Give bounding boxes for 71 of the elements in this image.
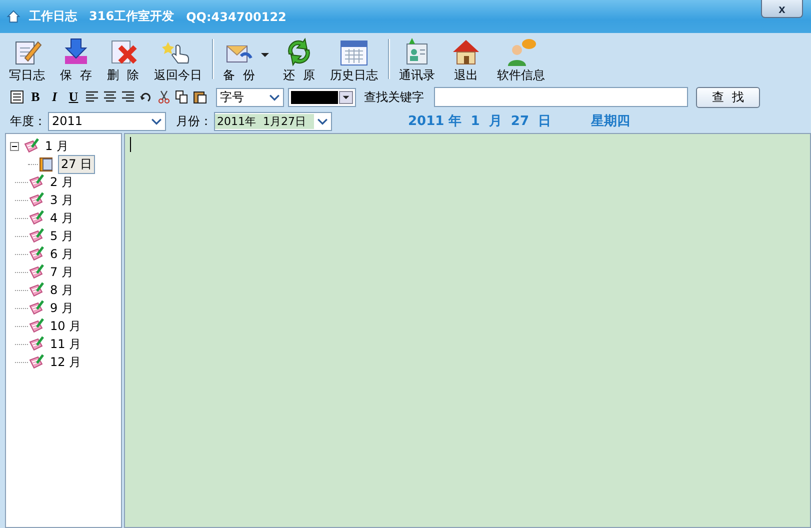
chevron-down-icon	[151, 118, 162, 124]
developer-text: 316工作室开发	[89, 8, 174, 25]
align-center-icon[interactable]	[103, 90, 117, 104]
notebook-icon	[28, 210, 44, 226]
notebook-icon	[23, 138, 39, 154]
person-speech-icon	[505, 36, 537, 68]
toolbar-button[interactable]: 返回今日	[149, 33, 207, 85]
align-right-icon[interactable]	[121, 90, 135, 104]
align-left-icon[interactable]	[85, 90, 99, 104]
notebook-icon	[28, 336, 44, 352]
italic-button[interactable]: I	[47, 89, 62, 105]
current-date: 2011 年 1 月 27 日	[408, 113, 552, 130]
tree-item[interactable]: 8 月	[48, 282, 76, 298]
tree-item[interactable]: 5 月	[48, 228, 76, 244]
toolbar-button[interactable]: 备 份	[218, 33, 273, 85]
diary-icon	[38, 156, 54, 172]
tree-item[interactable]: 6 月	[48, 246, 76, 262]
toolbar-button[interactable]: 保 存	[55, 33, 97, 85]
caret-icon	[261, 53, 269, 57]
font-size-dropdown[interactable]: 字号	[216, 88, 284, 106]
toolbar-button[interactable]: 软件信息	[492, 33, 550, 85]
qq-text: QQ:434700122	[186, 10, 286, 24]
app-icon	[6, 9, 21, 24]
month-label: 月份：	[176, 112, 212, 130]
tree-item[interactable]: 9 月	[48, 300, 76, 316]
bold-button[interactable]: B	[28, 89, 43, 105]
color-swatch	[291, 90, 338, 104]
notebook-icon	[28, 282, 44, 298]
caret-down-icon	[339, 90, 353, 104]
search-label: 查找关键字	[364, 88, 424, 106]
window-title: 工作日志	[29, 8, 77, 25]
notebook-icon	[28, 354, 44, 370]
notebook-icon	[28, 174, 44, 190]
tree-item[interactable]: 10 月	[48, 318, 84, 334]
copy-icon[interactable]	[175, 90, 189, 104]
notebook-icon	[28, 300, 44, 316]
paste-icon[interactable]	[193, 90, 207, 104]
scissors-icon[interactable]	[157, 90, 171, 104]
toolbar-button[interactable]: 还 原	[278, 33, 320, 85]
search-field[interactable]	[434, 87, 688, 107]
tree-item[interactable]: 4 月	[48, 210, 76, 226]
tree-item[interactable]: 12 月	[48, 354, 84, 370]
notebook-icon	[28, 264, 44, 280]
close-button[interactable]: x	[761, 0, 803, 18]
toolbar-button[interactable]: 历史日志	[325, 33, 383, 85]
toolbar-button[interactable]: 通讯录	[394, 33, 440, 85]
chevron-down-icon	[317, 118, 328, 124]
weekday-text: 星期四	[591, 113, 630, 130]
notebook-icon	[28, 192, 44, 208]
toolbar-button[interactable]: 删 除	[102, 33, 144, 85]
document-icon[interactable]	[10, 90, 24, 104]
collapse-toggle[interactable]	[10, 142, 19, 150]
underline-button[interactable]: U	[66, 89, 81, 105]
search-button[interactable]: 查 找	[696, 86, 760, 108]
tree-item[interactable]: 7 月	[48, 264, 76, 280]
year-dropdown[interactable]: 2011	[48, 112, 166, 130]
chevron-down-icon	[269, 94, 280, 100]
tree-item[interactable]: 11 月	[48, 336, 84, 352]
notebook-icon	[28, 228, 44, 244]
tree-item[interactable]: 2 月	[48, 174, 76, 190]
date-picker[interactable]: 2011年 1月27日	[214, 112, 332, 130]
year-label: 年度：	[10, 112, 46, 130]
color-picker[interactable]	[288, 88, 356, 106]
notebook-icon	[28, 246, 44, 262]
tree-item[interactable]: 1 月	[43, 138, 70, 154]
notebook-icon	[28, 318, 44, 334]
toolbar-button[interactable]: 退出	[445, 33, 487, 85]
tree-item[interactable]: 27 日	[58, 154, 96, 174]
toolbar-button[interactable]: 写日志	[4, 33, 50, 85]
undo-icon[interactable]	[139, 90, 153, 104]
tree-item[interactable]: 3 月	[48, 192, 76, 208]
